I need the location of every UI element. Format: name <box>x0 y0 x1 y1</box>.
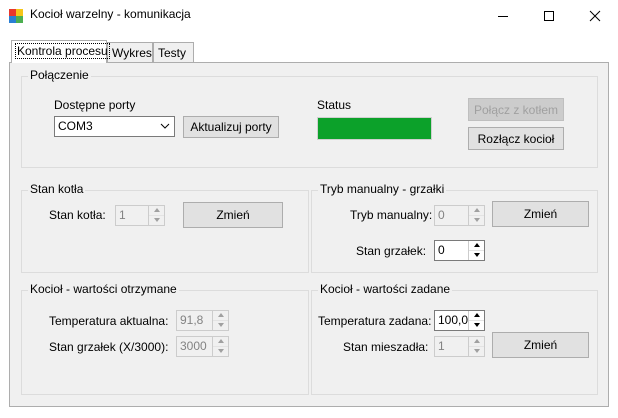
manual-mode-value: 0 <box>438 208 445 222</box>
manual-mode-stepper[interactable]: 0 <box>434 205 485 226</box>
disconnect-button[interactable]: Rozłącz kocioł <box>468 127 564 150</box>
setpoint-values-group-title: Kocioł - wartości zadane <box>318 282 453 296</box>
port-select[interactable]: COM3 <box>54 116 175 137</box>
arrow-down-icon <box>473 253 480 258</box>
manual-mode-group-title: Tryb manualny - grzałki <box>318 182 447 196</box>
chevron-down-icon <box>160 120 170 135</box>
arrow-up-icon <box>473 243 480 248</box>
received-heaters-stepper[interactable]: 3000 <box>176 336 229 357</box>
mixer-value: 1 <box>438 339 445 353</box>
spin-down-button[interactable] <box>469 347 484 357</box>
tab-testy[interactable]: Testy <box>153 42 194 62</box>
arrow-up-icon <box>217 313 224 318</box>
minimize-icon <box>498 15 508 17</box>
arrow-down-icon <box>217 323 224 328</box>
manual-mode-label: Tryb manualny: <box>350 208 433 222</box>
arrow-down-icon <box>217 349 224 354</box>
status-indicator <box>317 117 432 140</box>
maximize-button[interactable] <box>526 0 572 31</box>
current-temp-label: Temperatura aktualna: <box>49 314 169 328</box>
received-values-group-title: Kocioł - wartości otrzymane <box>28 282 179 296</box>
heaters-value: 0 <box>438 243 445 257</box>
spin-down-button[interactable] <box>469 321 484 331</box>
status-label: Status <box>317 98 352 112</box>
boiler-state-label: Stan kotła: <box>49 208 106 222</box>
spin-up-button[interactable] <box>469 337 484 347</box>
setpoint-temp-label: Temperatura zadana: <box>318 314 432 328</box>
received-heaters-value: 3000 <box>180 339 207 353</box>
received-heaters-label: Stan grzałek (X/3000): <box>49 340 169 354</box>
setpoint-temp-stepper[interactable]: 100,0 <box>434 310 485 331</box>
close-button[interactable] <box>572 0 618 31</box>
arrow-down-icon <box>473 218 480 223</box>
current-temp-stepper[interactable]: 91,8 <box>176 310 229 331</box>
ports-label: Dostępne porty <box>54 98 136 112</box>
connection-group-title: Połączenie <box>28 68 91 82</box>
mixer-stepper[interactable]: 1 <box>434 336 485 357</box>
current-temp-value: 91,8 <box>180 313 204 327</box>
boiler-state-change-button[interactable]: Zmień <box>183 202 283 228</box>
arrow-up-icon <box>473 339 480 344</box>
spin-up-button[interactable] <box>213 311 228 321</box>
window-title: Kocioł warzelny - komunikacja <box>30 7 191 21</box>
arrow-up-icon <box>217 339 224 344</box>
arrow-up-icon <box>153 208 160 213</box>
refresh-ports-button[interactable]: Aktualizuj porty <box>183 116 279 138</box>
app-icon <box>8 8 24 24</box>
arrow-down-icon <box>473 323 480 328</box>
spin-down-button[interactable] <box>213 347 228 357</box>
port-select-value: COM3 <box>58 119 93 133</box>
maximize-icon <box>544 10 554 21</box>
boiler-state-value: 1 <box>119 208 126 222</box>
tab-kontrola-procesu[interactable]: Kontrola procesu <box>11 40 110 63</box>
spin-up-button[interactable] <box>213 337 228 347</box>
arrow-down-icon <box>473 349 480 354</box>
spin-up-button[interactable] <box>469 206 484 216</box>
setpoints-change-button[interactable]: Zmień <box>492 332 589 358</box>
spin-up-button[interactable] <box>149 206 164 216</box>
boiler-state-stepper[interactable]: 1 <box>115 205 165 226</box>
title-bar: Kocioł warzelny - komunikacja <box>0 0 618 31</box>
manual-mode-change-button[interactable]: Zmień <box>492 201 589 227</box>
connect-button[interactable]: Połącz z kotłem <box>468 98 564 121</box>
spin-down-button[interactable] <box>469 251 484 261</box>
heaters-stepper[interactable]: 0 <box>434 240 485 261</box>
heaters-label: Stan grzałek: <box>356 244 427 258</box>
boiler-state-group-title: Stan kotła <box>28 182 86 196</box>
tab-wykres[interactable]: Wykres <box>107 42 153 62</box>
arrow-down-icon <box>153 218 160 223</box>
mixer-label: Stan mieszadła: <box>343 340 429 354</box>
spin-down-button[interactable] <box>469 216 484 226</box>
arrow-up-icon <box>473 208 480 213</box>
arrow-up-icon <box>473 313 480 318</box>
spin-down-button[interactable] <box>149 216 164 226</box>
spin-down-button[interactable] <box>213 321 228 331</box>
spin-up-button[interactable] <box>469 241 484 251</box>
minimize-button[interactable] <box>480 0 526 31</box>
spin-up-button[interactable] <box>469 311 484 321</box>
setpoint-temp-value: 100,0 <box>438 313 469 327</box>
close-icon <box>589 10 601 21</box>
